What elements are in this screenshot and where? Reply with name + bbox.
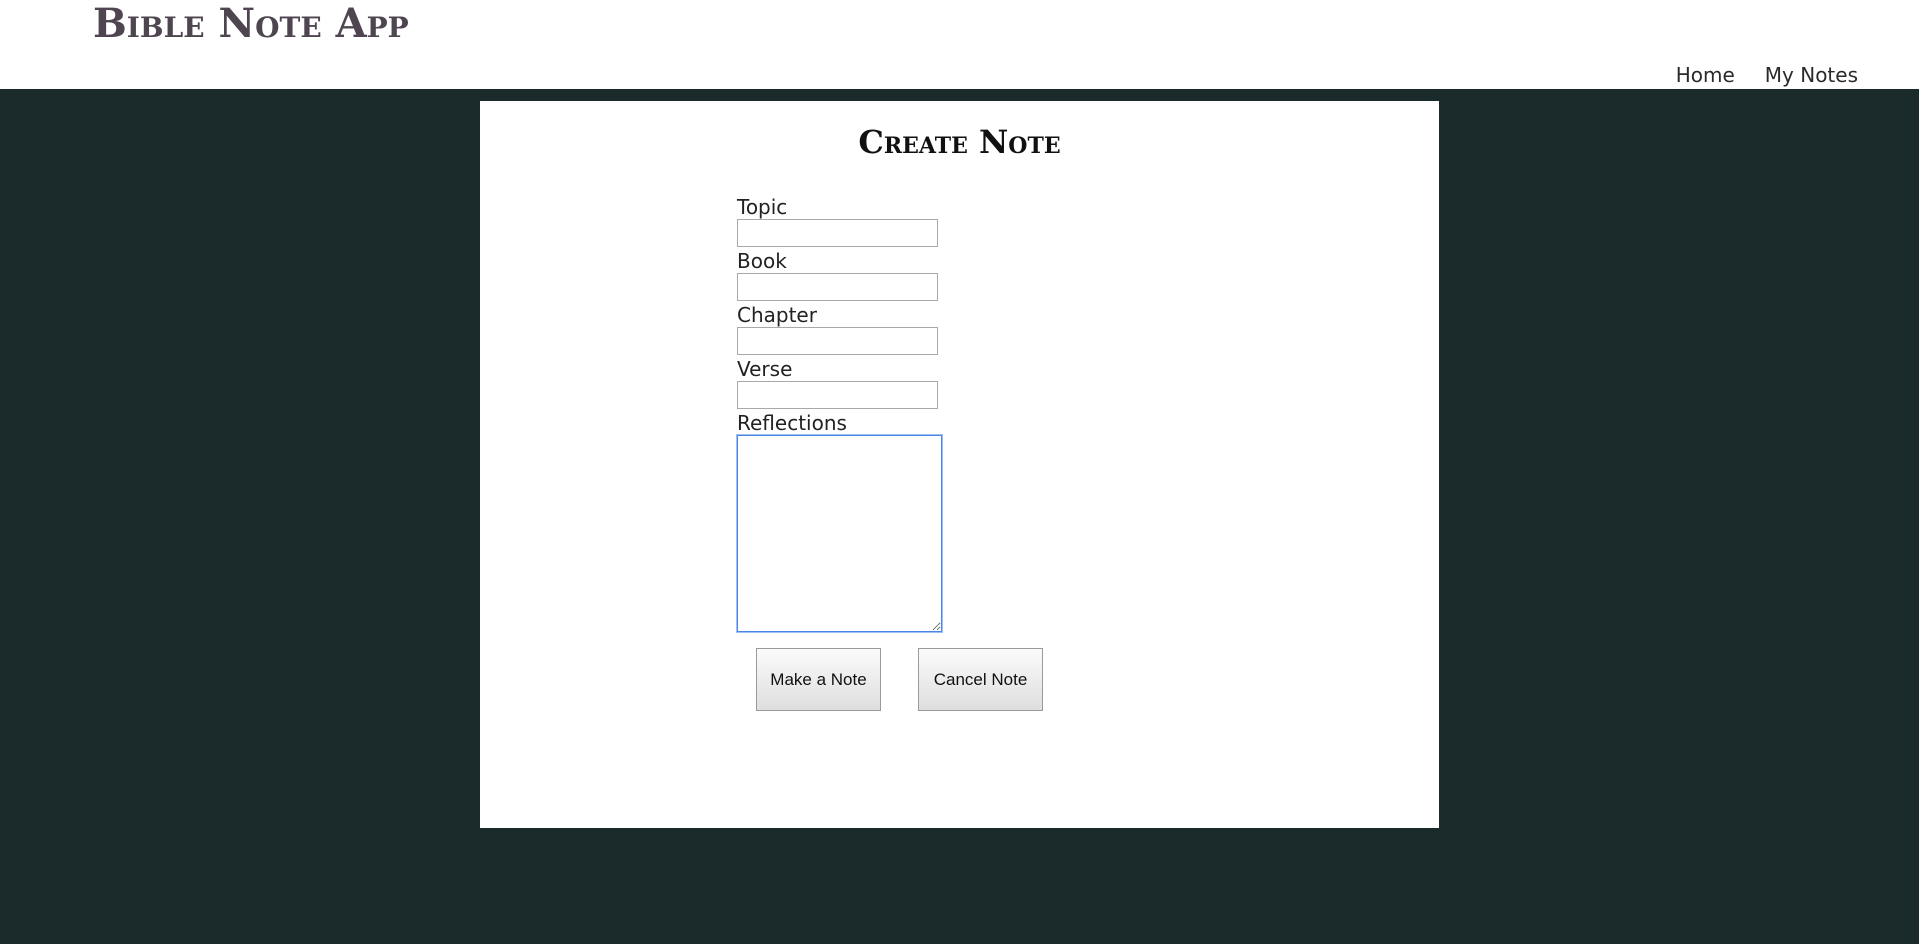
verse-label: Verse xyxy=(737,357,793,381)
cancel-note-button[interactable]: Cancel Note xyxy=(918,648,1043,711)
topic-label: Topic xyxy=(737,195,788,219)
book-label: Book xyxy=(737,249,787,273)
page-title: Create Note xyxy=(858,123,1061,161)
app-header: Bible Note App Home My Notes xyxy=(0,0,1919,89)
create-note-form: Topic Book Chapter Verse Reflections xyxy=(736,195,1037,633)
nav-home-link[interactable]: Home xyxy=(1676,63,1735,87)
make-note-button[interactable]: Make a Note xyxy=(756,648,881,711)
chapter-label: Chapter xyxy=(737,303,817,327)
main-nav: Home My Notes xyxy=(1676,63,1858,87)
nav-my-notes-link[interactable]: My Notes xyxy=(1765,63,1858,87)
topic-input[interactable] xyxy=(737,219,938,247)
reflections-label: Reflections xyxy=(737,411,847,435)
chapter-input[interactable] xyxy=(737,327,938,355)
book-input[interactable] xyxy=(737,273,938,301)
reflections-textarea[interactable] xyxy=(736,434,943,633)
verse-input[interactable] xyxy=(737,381,938,409)
app-title: Bible Note App xyxy=(93,0,409,47)
